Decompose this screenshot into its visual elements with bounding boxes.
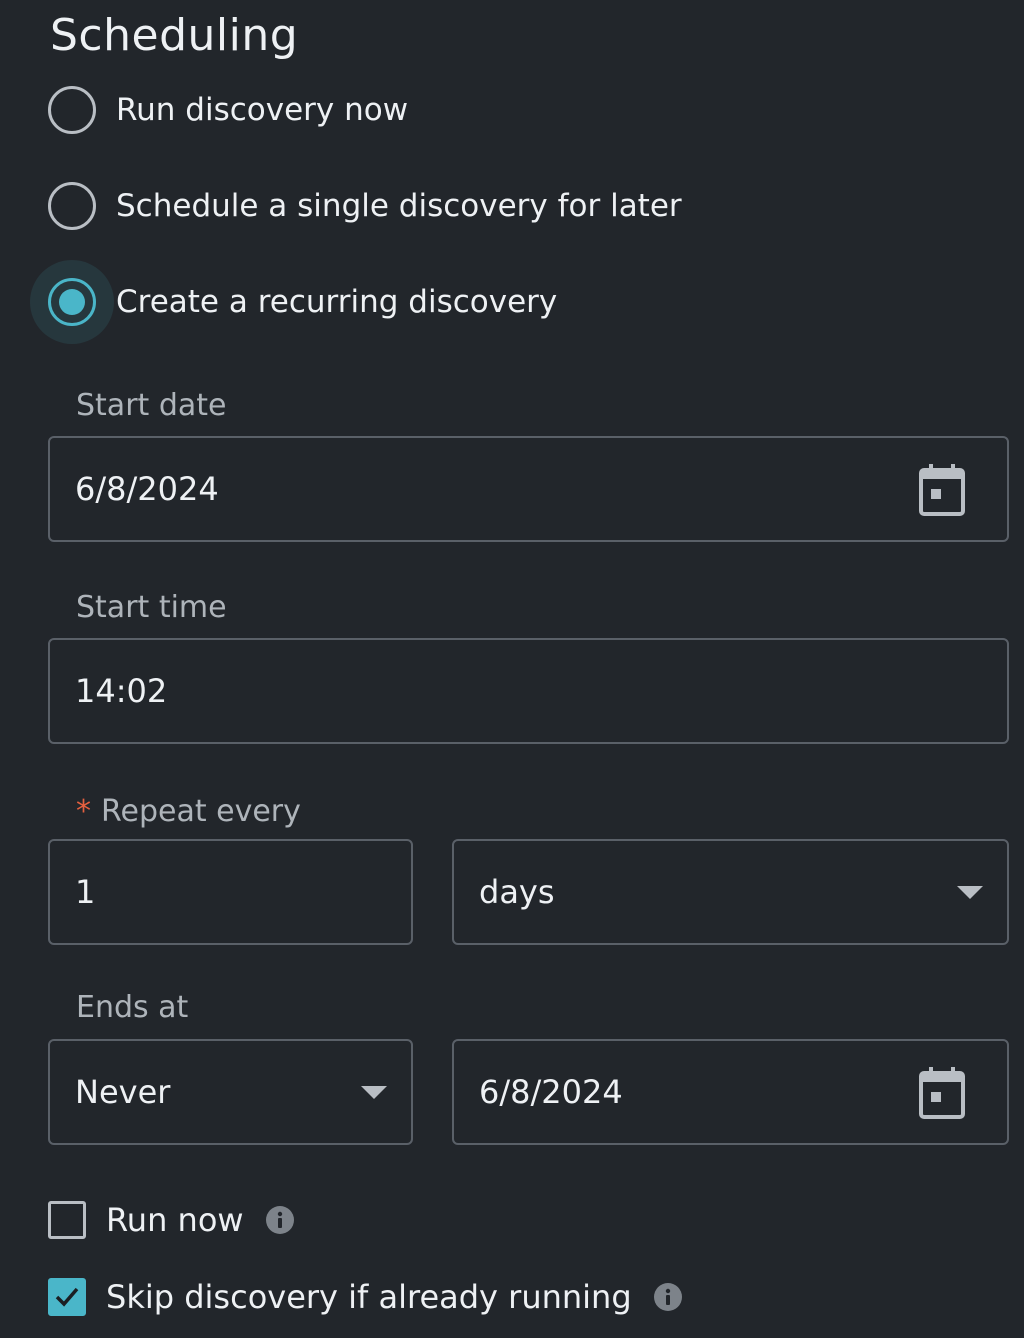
repeat-every-label-text: Repeat every [101, 794, 301, 829]
start-date-label: Start date [76, 388, 227, 423]
repeat-unit-value[interactable]: days [479, 873, 555, 911]
radio-selected-dot [59, 289, 85, 315]
checkmark-icon [55, 1287, 79, 1307]
ends-at-label: Ends at [76, 990, 189, 1025]
calendar-icon[interactable] [919, 464, 965, 516]
radio-label[interactable]: Run discovery now [116, 92, 408, 128]
radio-label[interactable]: Create a recurring discovery [116, 284, 557, 320]
radio-schedule-single-discovery[interactable]: Schedule a single discovery for later [48, 181, 682, 231]
repeat-every-label: * Repeat every [76, 794, 301, 829]
ends-at-mode-select[interactable]: Never [48, 1039, 413, 1145]
info-icon[interactable] [653, 1283, 682, 1311]
info-icon[interactable] [265, 1206, 294, 1234]
skip-if-running-checkbox[interactable] [48, 1278, 86, 1316]
ends-at-date-field[interactable]: 6/8/2024 [452, 1039, 1009, 1145]
radio-button[interactable] [48, 86, 96, 134]
scheduling-panel: Scheduling Run discovery now Schedule a … [0, 0, 1024, 1338]
radio-run-discovery-now[interactable]: Run discovery now [48, 85, 408, 135]
skip-if-running-option[interactable]: Skip discovery if already running [48, 1277, 682, 1317]
radio-button[interactable] [48, 182, 96, 230]
ends-at-mode-value[interactable]: Never [75, 1073, 170, 1111]
start-date-field[interactable]: 6/8/2024 [48, 436, 1009, 542]
radio-button-selected[interactable] [30, 260, 114, 344]
repeat-unit-select[interactable]: days [452, 839, 1009, 945]
required-marker: * [76, 794, 91, 829]
start-date-value[interactable]: 6/8/2024 [75, 470, 219, 508]
radio-label[interactable]: Schedule a single discovery for later [116, 188, 682, 224]
run-now-checkbox[interactable] [48, 1201, 86, 1239]
start-time-label: Start time [76, 590, 227, 625]
skip-if-running-label[interactable]: Skip discovery if already running [106, 1278, 632, 1316]
chevron-down-icon[interactable] [361, 1086, 387, 1100]
ends-at-date-value[interactable]: 6/8/2024 [479, 1073, 623, 1111]
run-now-label[interactable]: Run now [106, 1201, 244, 1239]
run-now-option[interactable]: Run now [48, 1200, 294, 1240]
section-title: Scheduling [50, 10, 299, 61]
calendar-icon[interactable] [919, 1067, 965, 1119]
radio-create-recurring-discovery[interactable]: Create a recurring discovery [30, 260, 557, 344]
chevron-down-icon[interactable] [957, 886, 983, 900]
start-time-field[interactable]: 14:02 [48, 638, 1009, 744]
repeat-interval-value[interactable]: 1 [75, 873, 95, 911]
repeat-interval-input[interactable]: 1 [48, 839, 413, 945]
start-time-value[interactable]: 14:02 [75, 672, 167, 710]
